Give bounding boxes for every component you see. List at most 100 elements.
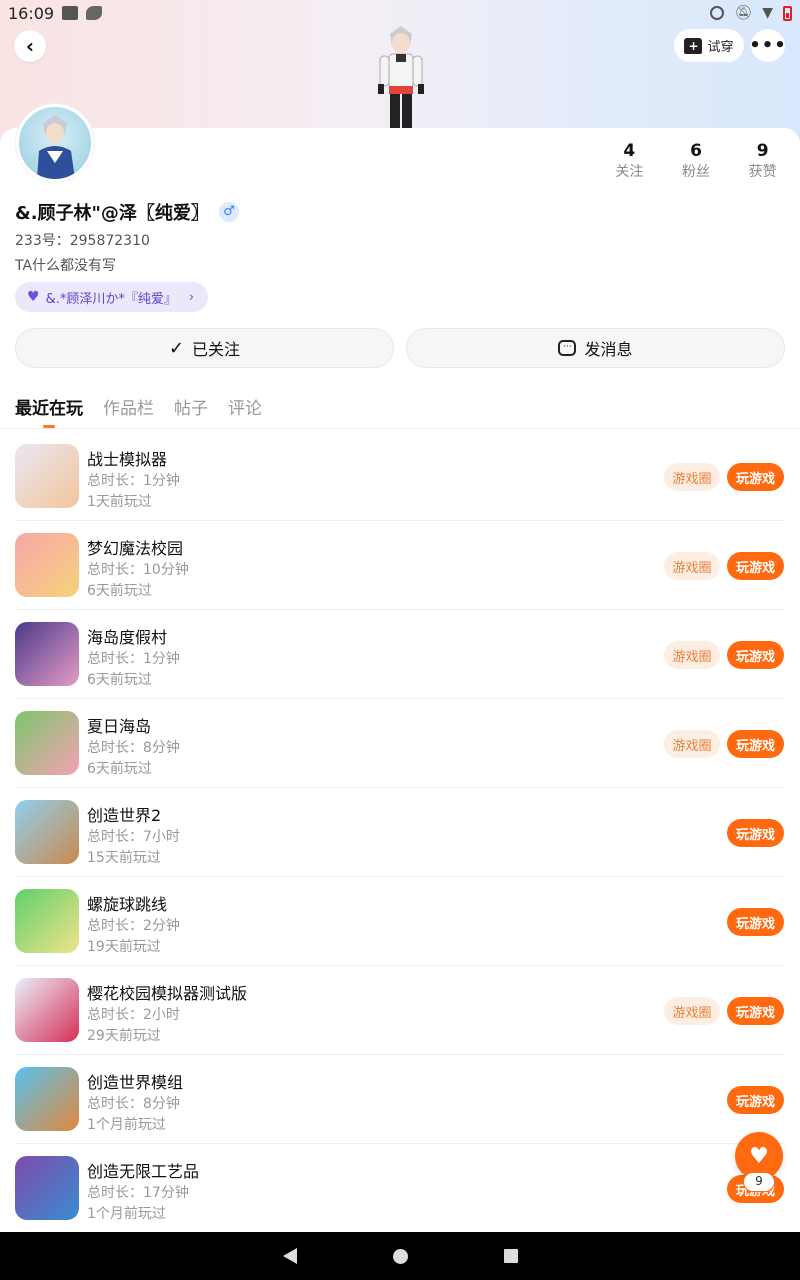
status-bar: 16:09 🔕︎ ▼ [0, 0, 800, 26]
game-total-duration: 总时长：1分钟 [87, 473, 180, 489]
game-title: 螺旋球跳线 [87, 895, 168, 914]
stat-label: 关注 [615, 164, 644, 180]
play-game-button[interactable]: 玩游戏 [727, 463, 784, 491]
stat-likes[interactable]: 9 获赞 [729, 140, 796, 182]
game-icon[interactable] [15, 533, 79, 597]
heart-icon: ♥ [749, 1143, 769, 1169]
stat-label: 获赞 [748, 164, 777, 180]
game-title: 海岛度假村 [87, 628, 168, 647]
game-circle-button[interactable]: 游戏圈 [664, 997, 720, 1025]
check-icon: ✓ [168, 337, 185, 359]
male-gender-icon: ♂ [218, 202, 239, 222]
nav-home-icon[interactable] [392, 1248, 408, 1264]
app-notification-icon [86, 6, 103, 20]
game-icon[interactable] [15, 1156, 79, 1220]
game-icon[interactable] [15, 1067, 79, 1131]
stat-following[interactable]: 4 关注 [596, 140, 663, 182]
game-icon[interactable] [15, 889, 79, 953]
game-total-duration: 总时长：1分钟 [87, 651, 180, 667]
game-list-item[interactable]: 创造无限工艺品总时长：17分钟1个月前玩过玩游戏 [15, 1144, 785, 1233]
game-title: 夏日海岛 [87, 717, 152, 736]
game-last-played: 15天前玩过 [87, 850, 161, 866]
game-last-played: 6天前玩过 [87, 672, 152, 688]
relationship-tag[interactable]: ♥ &.*顾泽川か*『纯爱』 › [15, 282, 209, 312]
user-bio: TA什么都没有写 [15, 258, 117, 274]
stat-number: 4 [623, 141, 636, 161]
mute-icon: 🔕︎ [734, 5, 753, 21]
play-game-button[interactable]: 玩游戏 [727, 552, 784, 580]
followed-label: 已关注 [192, 340, 241, 359]
play-game-button[interactable]: 玩游戏 [727, 997, 784, 1025]
profile-stats: 4 关注 6 粉丝 9 获赞 [596, 140, 796, 182]
more-icon: ••• [749, 35, 787, 56]
game-circle-button[interactable]: 游戏圈 [664, 552, 720, 580]
stat-label: 粉丝 [682, 164, 710, 180]
game-last-played: 6天前玩过 [87, 583, 152, 599]
like-count-badge: 9 [743, 1172, 775, 1192]
avatar[interactable] [16, 104, 94, 182]
profile-tabs: 最近在玩 作品栏 帖子 评论 [15, 394, 262, 428]
game-list-item[interactable]: 创造世界模组 总时长：8分钟 1个月前玩过 玩游戏 [15, 1055, 785, 1144]
back-button[interactable]: ‹ [14, 30, 46, 62]
shirt-icon: + [684, 37, 703, 54]
game-last-played: 19天前玩过 [87, 939, 161, 955]
tab-recently-played[interactable]: 最近在玩 [15, 394, 83, 428]
game-title: 创造无限工艺品 [87, 1162, 200, 1181]
location-icon [710, 6, 725, 20]
send-message-label: 发消息 [584, 340, 633, 359]
message-icon: ··· [558, 340, 577, 356]
game-total-duration: 总时长：2分钟 [87, 918, 180, 934]
name-row: &.顾子林"@泽〖纯爱〗 ♂ [15, 199, 239, 225]
user-id: 233号：295872310 [15, 233, 150, 249]
send-message-button[interactable]: ··· 发消息 [406, 328, 785, 368]
game-circle-button[interactable]: 游戏圈 [664, 730, 720, 758]
stat-fans[interactable]: 6 粉丝 [663, 140, 730, 182]
game-icon[interactable] [15, 978, 79, 1042]
game-last-played: 6天前玩过 [87, 761, 152, 777]
nav-recents-icon[interactable] [503, 1249, 518, 1263]
game-title: 创造世界2 [87, 806, 162, 825]
game-icon[interactable] [15, 622, 79, 686]
try-on-button[interactable]: + 试穿 [674, 29, 744, 62]
play-game-button[interactable]: 玩游戏 [727, 1086, 784, 1114]
nav-back-icon[interactable] [282, 1248, 297, 1264]
game-list-item[interactable]: 梦幻魔法校园 总时长：10分钟 6天前玩过 游戏圈 玩游戏 [15, 521, 785, 610]
game-title: 创造世界模组 [87, 1073, 184, 1092]
tab-works[interactable]: 作品栏 [103, 394, 154, 419]
play-game-button[interactable]: 玩游戏 [727, 819, 784, 847]
game-total-duration: 总时长：2小时 [87, 1007, 180, 1023]
game-total-duration: 总时长：8分钟 [87, 740, 180, 756]
more-options-button[interactable]: ••• [749, 29, 787, 62]
avatar-image [37, 115, 75, 179]
game-title: 梦幻魔法校园 [87, 539, 184, 558]
game-icon[interactable] [15, 711, 79, 775]
tabs-divider [0, 428, 800, 429]
play-game-button[interactable]: 玩游戏 [727, 730, 784, 758]
game-list-item[interactable]: 夏日海岛总时长：8分钟 6天前玩过 游戏圈 玩游戏 [15, 699, 785, 788]
game-total-duration: 总时长：8分钟 [87, 1096, 180, 1112]
game-circle-button[interactable]: 游戏圈 [664, 641, 720, 669]
relationship-tag-label: &.*顾泽川か*『纯爱』 [45, 291, 177, 307]
chevron-right-icon: › [188, 289, 195, 305]
play-game-button[interactable]: 玩游戏 [727, 908, 784, 936]
notification-icon [62, 6, 79, 20]
game-list-item[interactable]: 战士模拟器 总时长：1分钟 1天前玩过 游戏圈 玩游戏 [15, 432, 785, 521]
game-list-item[interactable]: 樱花校园模拟器测试版 总时长：2小时 29天前玩过 游戏圈 玩游戏 [15, 966, 785, 1055]
game-icon[interactable] [15, 800, 79, 864]
game-total-duration: 总时长：10分钟 [87, 562, 189, 578]
play-game-button[interactable]: 玩游戏 [727, 641, 784, 669]
heart-icon: ♥ [27, 289, 40, 305]
game-circle-button[interactable]: 游戏圈 [664, 463, 720, 491]
game-list-item[interactable]: 创造世界2 总时长：7小时 15天前玩过 玩游戏 [15, 788, 785, 877]
game-total-duration: 总时长：7小时 [87, 829, 180, 845]
followed-button[interactable]: ✓ 已关注 [15, 328, 394, 368]
tab-posts[interactable]: 帖子 [174, 394, 208, 419]
tab-comments[interactable]: 评论 [228, 394, 262, 419]
game-last-played: 1个月前玩过 [87, 1206, 166, 1222]
game-total-duration: 总时长：17分钟 [87, 1185, 189, 1201]
chevron-left-icon: ‹ [25, 34, 35, 58]
try-on-label: 试穿 [707, 40, 734, 55]
game-list-item[interactable]: 螺旋球跳线总时长：2分钟 19天前玩过 玩游戏 [15, 877, 785, 966]
game-icon[interactable] [15, 444, 79, 508]
game-list-item[interactable]: 海岛度假村总时长：1分钟 6天前玩过 游戏圈 玩游戏 [15, 610, 785, 699]
